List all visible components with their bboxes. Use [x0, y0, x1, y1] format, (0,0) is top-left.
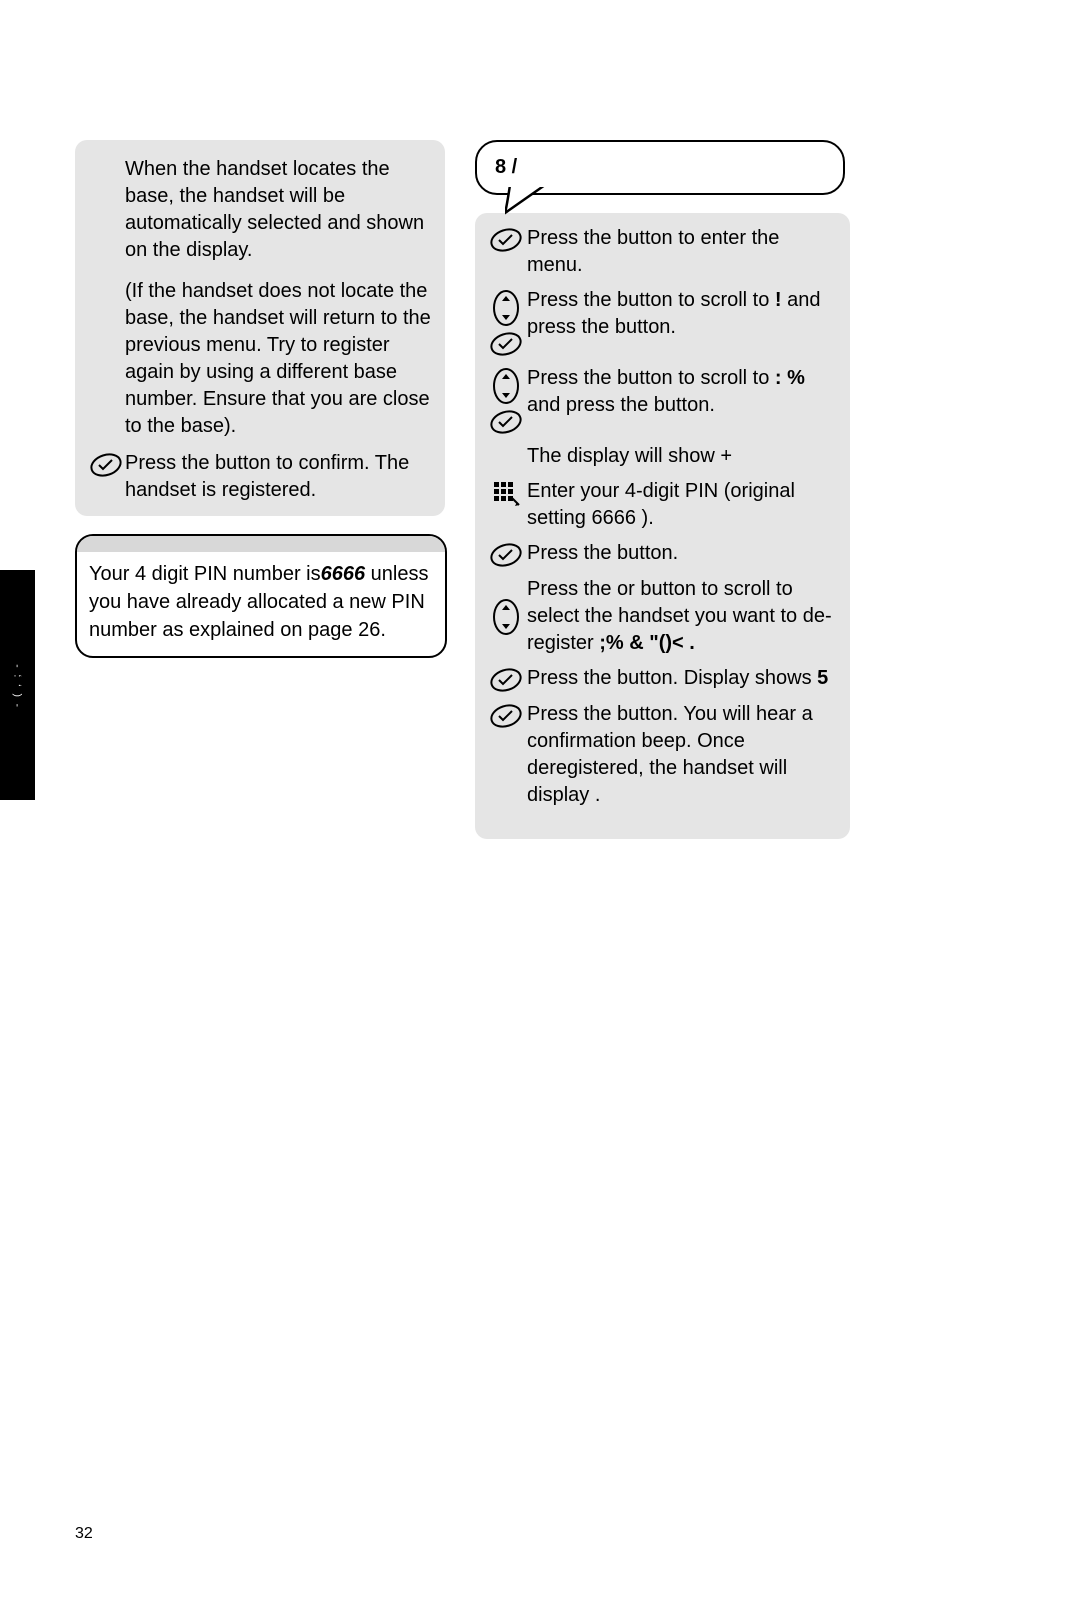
text: button. Display shows — [617, 667, 812, 689]
page-number: 32 — [75, 1525, 93, 1543]
text: Press the — [125, 452, 215, 474]
body-text: Press the button. — [527, 540, 840, 567]
body-text: (If the handset does not locate the base… — [125, 278, 433, 440]
body-text: Press the button to confirm. The handset… — [125, 450, 433, 504]
text: button. — [617, 542, 678, 564]
r-step: Press the button. You will hear a confir… — [485, 701, 840, 809]
body-text: Press the button. Display shows 5 — [527, 665, 840, 692]
r-step: Press the or button to scroll to select … — [485, 576, 840, 657]
body-text: Enter your 4-digit PIN (original setting… — [527, 478, 840, 532]
text: Press the — [527, 703, 617, 725]
updown-button-icon — [491, 367, 521, 405]
text: Press the — [527, 542, 617, 564]
body-text: The display will show + — [527, 443, 840, 470]
text: Your 4 digit PIN number is — [89, 563, 321, 585]
body-text: Press the button. You will hear a confir… — [527, 701, 840, 809]
text: Press the — [527, 367, 617, 389]
updown-button-icon — [491, 289, 521, 327]
text: button. — [615, 316, 676, 338]
text: : % — [775, 367, 805, 389]
text: or — [617, 578, 640, 600]
text: Press the — [527, 227, 617, 249]
body-text: Press the button to scroll to ! and pres… — [527, 287, 840, 341]
right-column: 8 / Press the button to enter the menu. — [475, 140, 850, 839]
updown-button-icon — [491, 598, 521, 636]
left-grey-box: When the handset locates the base, the h… — [75, 140, 445, 516]
ok-button-icon — [489, 331, 523, 357]
keypad-icon — [492, 480, 520, 512]
body-text: Press the button to enter the menu. — [527, 225, 840, 279]
left-column: When the handset locates the base, the h… — [75, 140, 445, 658]
r-step: The display will show + — [485, 443, 840, 470]
callout: 8 / — [475, 140, 845, 195]
r-step: Enter your 4-digit PIN (original setting… — [485, 478, 840, 532]
r-step: Press the button to scroll to ! and pres… — [485, 287, 840, 357]
tip-body: Your 4 digit PIN number is6666 unless yo… — [77, 552, 445, 656]
callout-tail-icon — [505, 185, 551, 215]
body-text: When the handset locates the base, the h… — [125, 156, 433, 264]
text: . — [595, 784, 601, 806]
side-tab: - ( , ; - — [0, 570, 35, 800]
ok-button-icon — [489, 667, 523, 693]
body-text: Press the button to scroll to : % and pr… — [527, 365, 840, 419]
r-step: Press the button. Display shows 5 — [485, 665, 840, 693]
pin-value: 6666 — [321, 563, 366, 585]
ok-button-icon — [89, 452, 123, 478]
ok-button-icon — [489, 409, 523, 435]
text: 5 — [817, 667, 828, 689]
text: Press the — [527, 289, 617, 311]
text: Press the — [527, 578, 617, 600]
ok-button-icon — [489, 542, 523, 568]
left-step-confirm: Press the button to confirm. The handset… — [87, 450, 433, 504]
tip-box: Your 4 digit PIN number is6666 unless yo… — [75, 534, 447, 658]
left-intro-1: When the handset locates the base, the h… — [87, 156, 433, 264]
ok-button-icon — [489, 703, 523, 729]
left-intro-2: (If the handset does not locate the base… — [87, 278, 433, 440]
text: button. — [654, 394, 715, 416]
right-grey-box: Press the button to enter the menu. Pres… — [475, 213, 850, 839]
r-step: Press the button. — [485, 540, 840, 568]
text: button to scroll to — [617, 367, 775, 389]
body-text: Press the or button to scroll to select … — [527, 576, 840, 657]
text: and press the — [527, 394, 654, 416]
ok-button-icon — [489, 227, 523, 253]
r-step: Press the button to scroll to : % and pr… — [485, 365, 840, 435]
tip-title — [77, 536, 445, 552]
text: ;% & "()< . — [599, 632, 695, 654]
text: button to scroll to — [617, 289, 775, 311]
page: - ( , ; - When the handset locates the b… — [0, 0, 1080, 1605]
r-step: Press the button to enter the menu. — [485, 225, 840, 279]
text: ! — [775, 289, 782, 311]
text: Press the — [527, 667, 617, 689]
